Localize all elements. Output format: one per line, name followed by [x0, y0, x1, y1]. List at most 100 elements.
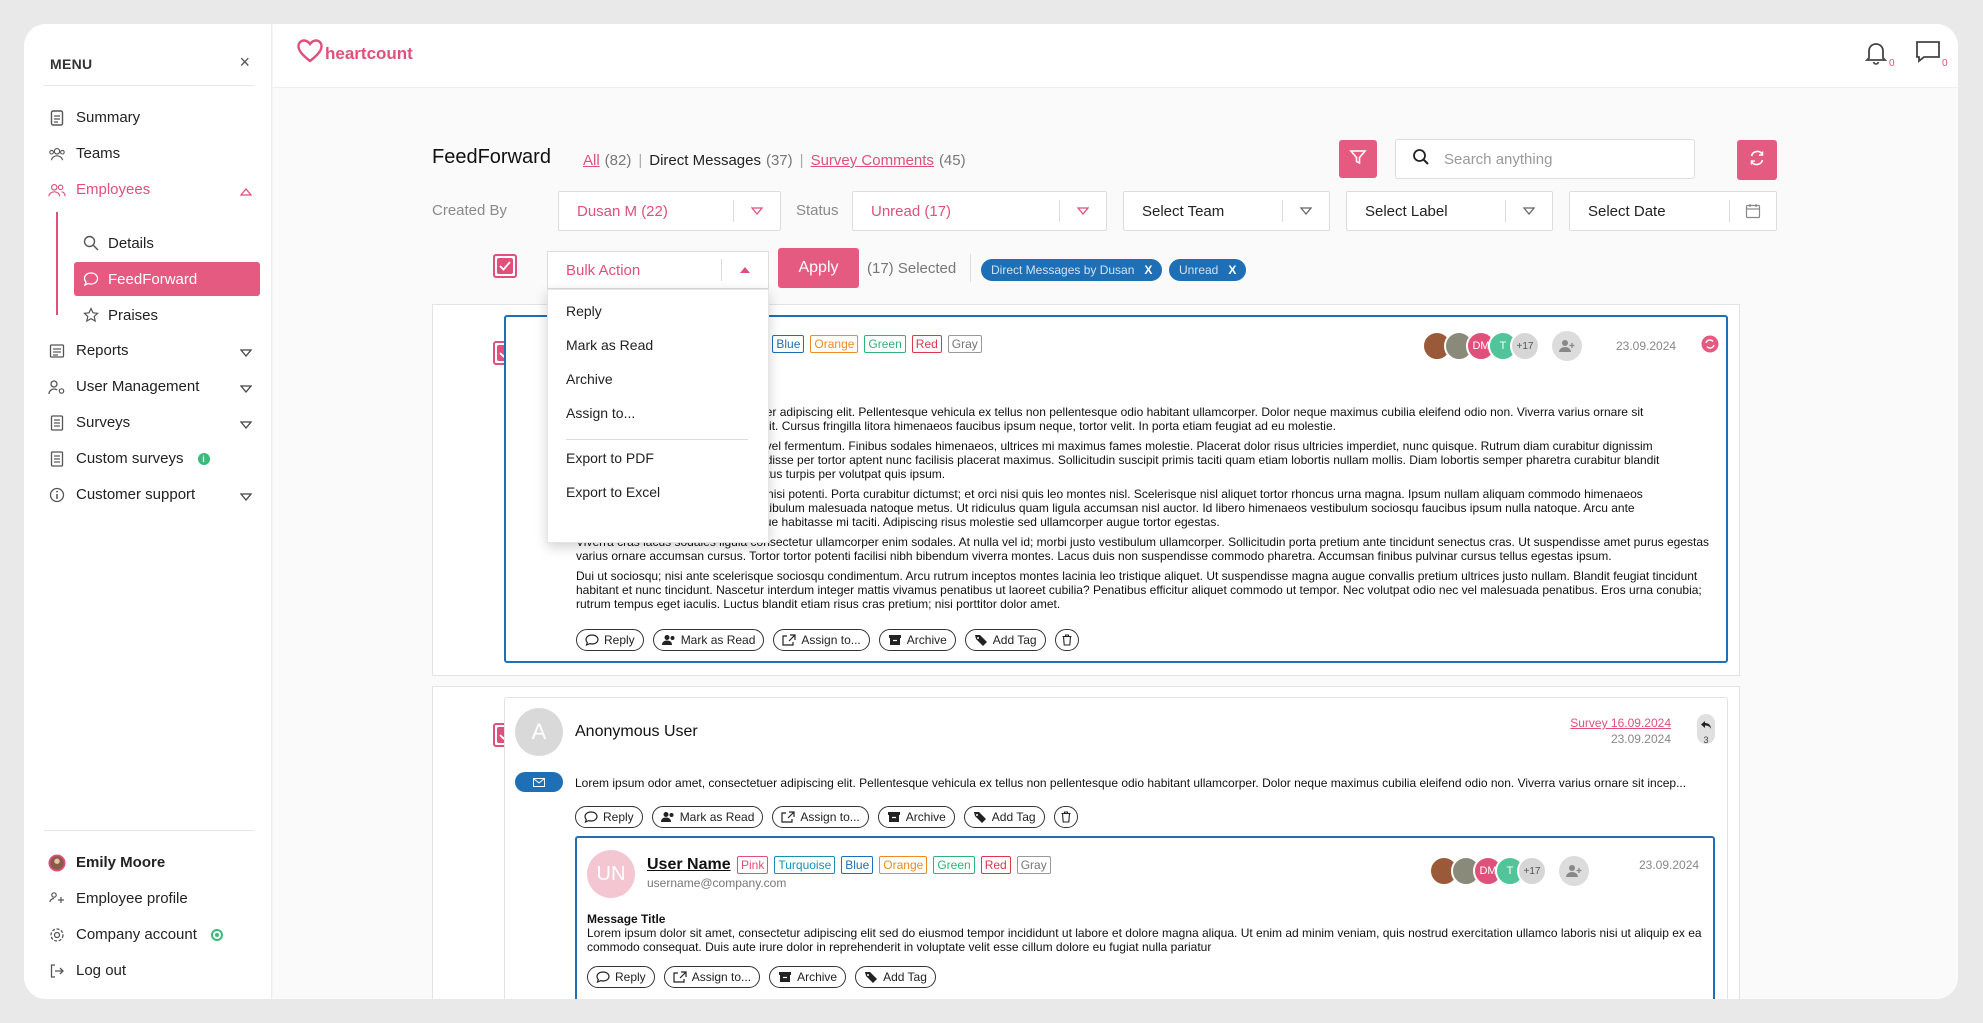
button-label: Archive: [797, 970, 838, 984]
email-icon[interactable]: [515, 772, 563, 792]
date-select[interactable]: Select Date: [1569, 191, 1777, 231]
sidebar-item-summary[interactable]: Summary: [44, 101, 258, 134]
tab-direct-messages[interactable]: Direct Messages: [649, 152, 761, 169]
button-label: Archive: [906, 633, 947, 647]
share-icon: [782, 634, 796, 646]
bulk-action-select[interactable]: Bulk Action: [547, 251, 769, 289]
user-name-link[interactable]: User Name: [647, 856, 731, 874]
tag-red[interactable]: Red: [980, 856, 1011, 874]
chevron-down-icon: [1060, 207, 1106, 215]
sidebar-item-details[interactable]: Details: [74, 226, 260, 260]
filter-button[interactable]: [1339, 140, 1377, 178]
team-select[interactable]: Select Team: [1123, 191, 1330, 231]
select-all-checkbox[interactable]: [493, 254, 517, 278]
add-tag-button[interactable]: Add Tag: [963, 806, 1045, 828]
tab-survey-comments[interactable]: Survey Comments: [811, 152, 934, 169]
bulk-option-export-excel[interactable]: Export to Excel: [566, 484, 660, 500]
add-tag-button[interactable]: Add Tag: [855, 966, 936, 988]
delete-button[interactable]: [1053, 806, 1078, 828]
user-profile-name[interactable]: Emily Moore: [44, 846, 258, 879]
message-text: Lorem ipsum dolor sit amet, consectetur …: [587, 926, 1702, 954]
page-title: FeedForward: [432, 146, 551, 168]
bulk-option-archive[interactable]: Archive: [566, 371, 613, 387]
tag-red[interactable]: Red: [911, 335, 942, 353]
sidebar-item-label: Customer support: [76, 486, 196, 503]
message-date: 23.09.2024: [1610, 732, 1671, 746]
apply-button[interactable]: Apply: [778, 248, 859, 288]
sidebar-item-feedforward[interactable]: FeedForward: [74, 262, 260, 296]
reply-button[interactable]: Reply: [587, 966, 655, 988]
refresh-circle-icon[interactable]: [1701, 335, 1719, 358]
check-icon: [497, 258, 513, 274]
label-select[interactable]: Select Label: [1346, 191, 1553, 231]
sidebar-item-surveys[interactable]: Surveys: [44, 406, 258, 439]
tag-gray[interactable]: Gray: [947, 335, 982, 353]
tab-count: (82): [604, 152, 632, 169]
tag-blue[interactable]: Blue: [772, 335, 805, 353]
remove-chip-button[interactable]: X: [1228, 263, 1236, 277]
avatar-more: +17: [1517, 856, 1547, 886]
survey-link[interactable]: Survey 16.09.2024: [1570, 716, 1671, 730]
reply-button[interactable]: Reply: [576, 629, 644, 651]
sidebar-item-praises[interactable]: Praises: [74, 298, 260, 332]
bulk-option-mark-read[interactable]: Mark as Read: [566, 337, 653, 353]
tab-count: (37): [765, 152, 793, 169]
tag-blue[interactable]: Blue: [841, 856, 874, 874]
user-gear-icon: [48, 378, 66, 396]
archive-button[interactable]: Archive: [769, 966, 847, 988]
tag-pink[interactable]: Pink: [737, 856, 769, 874]
add-person-icon[interactable]: [1552, 331, 1582, 361]
bulk-option-export-pdf[interactable]: Export to PDF: [566, 450, 654, 466]
trash-icon: [1062, 634, 1072, 646]
reply-arrow-icon: [1700, 717, 1712, 735]
sidebar-item-employees[interactable]: Employees: [44, 173, 258, 206]
archive-button[interactable]: Archive: [878, 629, 956, 651]
sidebar-item-reports[interactable]: Reports: [44, 334, 258, 367]
sidebar-item-customer-support[interactable]: Customer support: [44, 478, 258, 511]
delete-button[interactable]: [1054, 629, 1079, 651]
assign-button[interactable]: Assign to...: [663, 966, 761, 988]
remove-chip-button[interactable]: X: [1144, 263, 1152, 277]
employee-profile-link[interactable]: Employee profile: [44, 882, 258, 915]
logo[interactable]: heartcount: [297, 39, 413, 68]
tag-green[interactable]: Green: [933, 856, 975, 874]
logout-link[interactable]: Log out: [44, 954, 258, 987]
search-input[interactable]: [1444, 150, 1674, 168]
tab-all[interactable]: All: [583, 152, 600, 169]
reply-button[interactable]: Reply: [575, 806, 643, 828]
reply-thread-button[interactable]: 3: [1697, 714, 1715, 745]
message-icon[interactable]: [1915, 40, 1941, 69]
recipient-avatars[interactable]: DM T +17: [1422, 331, 1582, 361]
close-menu-button[interactable]: ×: [239, 52, 250, 73]
add-tag-button[interactable]: Add Tag: [964, 629, 1046, 651]
avatar-more: +17: [1510, 331, 1540, 361]
logout-icon: [48, 962, 66, 980]
created-by-select[interactable]: Dusan M (22): [558, 191, 781, 231]
assign-button[interactable]: Assign to...: [773, 629, 870, 651]
tag-orange[interactable]: Orange: [879, 856, 928, 874]
add-person-icon[interactable]: [1559, 856, 1589, 886]
divider: |: [638, 152, 643, 169]
recipient-avatars[interactable]: DM T +17: [1429, 856, 1589, 886]
tag-green[interactable]: Green: [864, 335, 906, 353]
mark-read-button[interactable]: Mark as Read: [652, 629, 765, 651]
company-account-link[interactable]: Company account: [44, 918, 258, 951]
bulk-option-assign[interactable]: Assign to...: [566, 405, 635, 421]
button-label: Assign to...: [800, 810, 860, 824]
bulk-option-reply[interactable]: Reply: [566, 303, 602, 319]
refresh-button[interactable]: [1737, 140, 1777, 180]
sidebar-item-teams[interactable]: Teams: [44, 137, 258, 170]
tag-orange[interactable]: Orange: [810, 335, 859, 353]
sidebar-item-label: Custom surveys: [76, 450, 184, 467]
tag-gray[interactable]: Gray: [1016, 856, 1051, 874]
bell-icon[interactable]: [1864, 40, 1888, 71]
assign-button[interactable]: Assign to...: [772, 806, 869, 828]
sidebar-item-user-management[interactable]: User Management: [44, 370, 258, 403]
status-select[interactable]: Unread (17): [852, 191, 1107, 231]
tag-turquoise[interactable]: Turquoise: [774, 856, 836, 874]
sidebar: MENU × Summary Teams Employees Details F…: [24, 24, 272, 999]
filter-icon: [1349, 148, 1367, 171]
sidebar-item-custom-surveys[interactable]: Custom surveys i: [44, 442, 258, 475]
archive-button[interactable]: Archive: [877, 806, 955, 828]
mark-read-button[interactable]: Mark as Read: [651, 806, 764, 828]
